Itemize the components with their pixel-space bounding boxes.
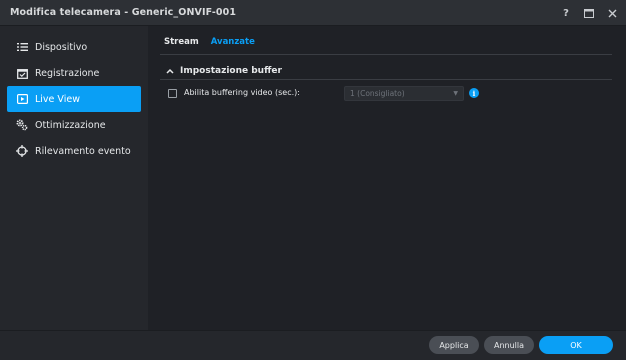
edit-camera-dialog: Modifica telecamera - Generic_ONVIF-001 …: [0, 0, 626, 360]
close-icon[interactable]: [606, 7, 618, 19]
buffering-select-value: 1 (Consigliato): [350, 89, 405, 98]
buffering-label: Abilita buffering video (sec.):: [184, 88, 300, 97]
tab-stream[interactable]: Stream: [164, 34, 199, 54]
sidebar-item-ottimizzazione[interactable]: Ottimizzazione: [7, 112, 141, 138]
buffering-checkbox[interactable]: [168, 89, 177, 98]
section-divider: [160, 79, 612, 80]
caret-down-icon: ▼: [453, 90, 458, 97]
sidebar-item-label: Live View: [35, 93, 80, 105]
sidebar-item-label: Ottimizzazione: [35, 119, 106, 131]
list-icon: [16, 41, 28, 53]
sidebar-item-registrazione[interactable]: Registrazione: [7, 60, 141, 86]
sidebar-item-label: Registrazione: [35, 67, 100, 79]
gears-icon: [16, 119, 28, 131]
main-panel: Stream Avanzate Impostazione buffer Abil…: [148, 26, 626, 330]
footer-bar: Applica Annulla OK: [0, 330, 626, 360]
apply-button[interactable]: Applica: [429, 336, 479, 354]
section-title: Impostazione buffer: [180, 66, 282, 76]
title-bar: Modifica telecamera - Generic_ONVIF-001 …: [0, 0, 626, 26]
section-header-buffer[interactable]: Impostazione buffer: [166, 66, 282, 76]
sidebar: Dispositivo Registrazione Live View Otti…: [0, 26, 148, 330]
chevron-up-icon: [166, 68, 174, 74]
buffering-select[interactable]: 1 (Consigliato) ▼: [344, 86, 464, 101]
window-controls: ?: [560, 0, 618, 26]
sidebar-item-live-view[interactable]: Live View: [7, 86, 141, 112]
tab-divider: [160, 54, 612, 55]
sidebar-item-label: Dispositivo: [35, 41, 88, 53]
crosshair-icon: [16, 145, 28, 157]
play-screen-icon: [16, 93, 28, 105]
tab-avanzate[interactable]: Avanzate: [211, 34, 255, 54]
window-title: Modifica telecamera - Generic_ONVIF-001: [10, 7, 237, 18]
help-icon[interactable]: ?: [560, 7, 572, 19]
calendar-check-icon: [16, 67, 28, 79]
cancel-button[interactable]: Annulla: [484, 336, 534, 354]
sidebar-item-rilevamento-evento[interactable]: Rilevamento evento: [7, 138, 141, 164]
info-icon[interactable]: i: [469, 88, 479, 98]
tab-bar: Stream Avanzate: [164, 34, 255, 54]
sidebar-item-label: Rilevamento evento: [35, 145, 131, 157]
buffering-row: Abilita buffering video (sec.): 1 (Consi…: [168, 86, 608, 102]
maximize-icon[interactable]: [583, 7, 595, 19]
ok-button[interactable]: OK: [539, 336, 613, 354]
sidebar-item-dispositivo[interactable]: Dispositivo: [7, 34, 141, 60]
